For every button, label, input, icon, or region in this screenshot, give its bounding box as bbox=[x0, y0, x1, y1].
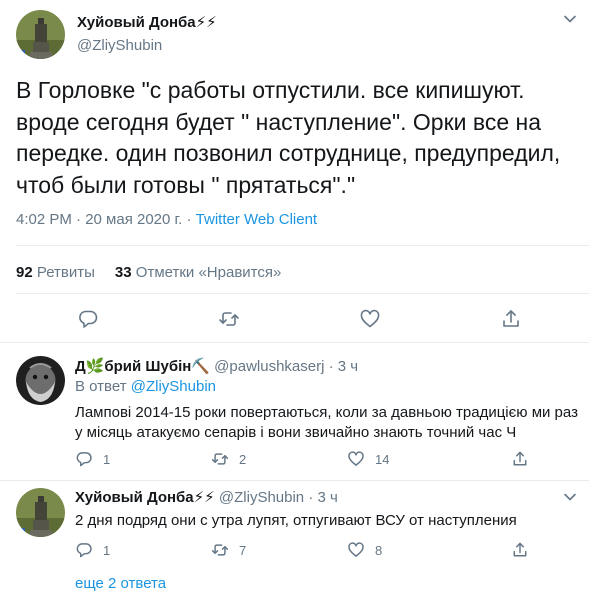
tweet-text: В Горловке "с работы отпустили. все кипи… bbox=[16, 77, 561, 198]
reply-action[interactable]: 1 bbox=[75, 540, 110, 560]
reply-tweet[interactable]: Хуйовый Донба⚡⚡ @ZliyShubin · 3 ч 2 дня … bbox=[0, 482, 589, 566]
reply-to-mention[interactable]: @ZliyShubin bbox=[131, 378, 216, 395]
retweet-icon bbox=[211, 453, 229, 465]
retweet-action[interactable]: 2 bbox=[211, 449, 246, 469]
reply-author-name[interactable]: Хуйовый Донба⚡⚡ bbox=[75, 489, 215, 506]
like-icon bbox=[348, 451, 364, 466]
reply-header: Д🌿брий Шубін⛏️ @pawlushkaserj · 3 ч bbox=[75, 357, 358, 375]
retweets-stat[interactable]: 92 Ретвиты bbox=[16, 264, 95, 281]
reply-actions: 1 7 8 bbox=[75, 540, 585, 560]
statue-avatar-icon[interactable] bbox=[16, 488, 65, 537]
main-tweet: Хуйовый Донба⚡⚡ @ZliyShubin В Горловке "… bbox=[0, 0, 589, 343]
retweet-count: 2 bbox=[239, 451, 247, 467]
reply-author-name[interactable]: Д🌿брий Шубін⛏️ bbox=[75, 358, 210, 375]
statue-avatar-icon[interactable] bbox=[16, 10, 65, 59]
bearded-face-avatar-icon[interactable] bbox=[16, 356, 65, 405]
like-action[interactable]: 8 bbox=[347, 540, 382, 560]
reply-header: Хуйовый Донба⚡⚡ @ZliyShubin · 3 ч bbox=[75, 488, 338, 506]
chevron-down-icon[interactable] bbox=[563, 490, 577, 504]
reply-to-line: В ответ @ZliyShubin bbox=[75, 378, 217, 395]
reply-text: 2 дня подряд они с утра лупят, отпугиваю… bbox=[75, 512, 517, 529]
divider bbox=[16, 245, 589, 246]
like-count: 8 bbox=[375, 542, 383, 558]
reply-text: Лампові 2014-15 роки повертаються, коли … bbox=[75, 404, 578, 441]
share-action[interactable] bbox=[511, 449, 529, 469]
like-icon[interactable] bbox=[359, 308, 381, 330]
like-action[interactable]: 14 bbox=[347, 449, 389, 469]
reply-icon bbox=[76, 452, 92, 467]
retweet-action[interactable]: 7 bbox=[211, 540, 246, 560]
retweet-count: 7 bbox=[239, 542, 247, 558]
like-icon bbox=[348, 542, 364, 557]
share-icon bbox=[513, 542, 527, 557]
tweet-timestamp[interactable]: 4:02 PM · 20 мая 2020 г. · bbox=[16, 211, 196, 228]
like-count: 14 bbox=[375, 451, 390, 467]
author-handle[interactable]: @ZliyShubin bbox=[77, 37, 162, 54]
chevron-down-icon[interactable] bbox=[563, 12, 577, 26]
reply-action[interactable]: 1 bbox=[75, 449, 110, 469]
tweet-meta: 4:02 PM · 20 мая 2020 г. · Twitter Web C… bbox=[16, 211, 317, 228]
reply-author-handle[interactable]: @pawlushkaserj bbox=[214, 358, 324, 375]
reply-actions: 1 2 14 bbox=[75, 449, 585, 469]
reply-icon[interactable] bbox=[77, 308, 99, 330]
tweet-stats: 92 Ретвиты 33 Отметки «Нравится» bbox=[16, 264, 281, 281]
retweet-icon[interactable] bbox=[218, 308, 240, 330]
retweet-icon bbox=[211, 544, 229, 556]
author-name[interactable]: Хуйовый Донба⚡⚡ bbox=[77, 13, 217, 31]
divider bbox=[16, 293, 589, 294]
reply-timestamp[interactable]: · 3 ч bbox=[304, 489, 338, 506]
reply-tweet[interactable]: Д🌿брий Шубін⛏️ @pawlushkaserj · 3 ч В от… bbox=[0, 344, 589, 481]
tweet-client-link[interactable]: Twitter Web Client bbox=[196, 211, 317, 228]
share-icon[interactable] bbox=[500, 308, 522, 330]
tweet-actions bbox=[0, 308, 589, 330]
share-action[interactable] bbox=[511, 540, 529, 560]
reply-timestamp[interactable]: · 3 ч bbox=[324, 358, 359, 375]
show-more-replies-link[interactable]: еще 2 ответа bbox=[75, 575, 166, 591]
share-icon bbox=[513, 451, 527, 466]
likes-stat[interactable]: 33 Отметки «Нравится» bbox=[115, 264, 281, 281]
reply-count: 1 bbox=[103, 451, 111, 467]
reply-count: 1 bbox=[103, 542, 111, 558]
reply-icon bbox=[76, 543, 92, 558]
reply-author-handle[interactable]: @ZliyShubin bbox=[219, 489, 304, 506]
